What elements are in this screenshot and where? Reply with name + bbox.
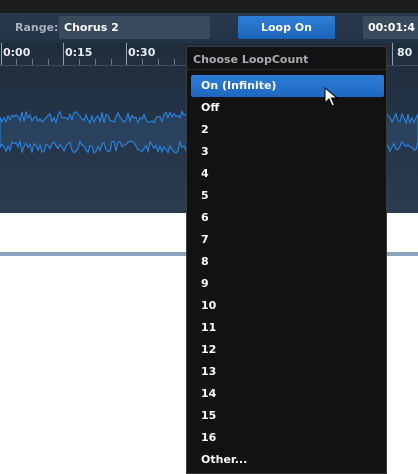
ruler-tick xyxy=(392,43,393,65)
ruler-tick xyxy=(1,43,2,65)
ruler-minor-tick xyxy=(95,59,96,65)
ruler-minor-tick xyxy=(111,59,112,65)
loopcount-option[interactable]: 11 xyxy=(191,317,384,339)
loopcount-option[interactable]: 16 xyxy=(191,427,384,449)
loopcount-option[interactable]: 3 xyxy=(191,141,384,163)
ruler-minor-tick xyxy=(158,59,159,65)
ruler-minor-tick xyxy=(16,59,17,65)
loopcount-option[interactable]: 2 xyxy=(191,119,384,141)
ruler-minor-tick xyxy=(142,59,143,65)
range-field[interactable]: Chorus 2 xyxy=(59,16,210,39)
ruler-label: 80 xyxy=(397,46,413,59)
loopcount-dropdown: Choose LoopCount On (Infinite) Off 2 3 4 5 6 7 8… xyxy=(186,46,387,474)
loopcount-option[interactable]: 10 xyxy=(191,295,384,317)
loopcount-option[interactable]: 7 xyxy=(191,229,384,251)
loopcount-option[interactable]: 12 xyxy=(191,339,384,361)
ruler-minor-tick xyxy=(79,59,80,65)
dropdown-separator xyxy=(187,69,386,70)
loopcount-option[interactable]: 15 xyxy=(191,405,384,427)
loopcount-option[interactable]: 14 xyxy=(191,383,384,405)
loopcount-option[interactable]: Other... xyxy=(191,449,384,471)
loopcount-option[interactable]: 13 xyxy=(191,361,384,383)
loop-button[interactable]: Loop On xyxy=(238,16,335,39)
window-top-strip xyxy=(0,0,418,13)
loopcount-option[interactable]: On (Infinite) xyxy=(191,75,384,97)
loopcount-option[interactable]: Off xyxy=(191,97,384,119)
ruler-minor-tick xyxy=(174,59,175,65)
ruler-tick xyxy=(63,43,64,65)
ruler-minor-tick xyxy=(48,59,49,65)
ruler-minor-tick xyxy=(32,59,33,65)
range-label: Range: xyxy=(15,21,59,34)
ruler-label: 0:00 xyxy=(3,46,31,59)
loopcount-option[interactable]: 8 xyxy=(191,251,384,273)
loopcount-option[interactable]: 9 xyxy=(191,273,384,295)
loopcount-option[interactable]: 6 xyxy=(191,207,384,229)
time-field[interactable]: 00:01:4 xyxy=(363,16,418,39)
dropdown-title: Choose LoopCount xyxy=(193,53,309,66)
mouse-pointer-icon xyxy=(324,87,338,107)
transport-toolbar: Range: Chorus 2 Loop On 00:01:4 xyxy=(0,13,418,43)
loopcount-option[interactable]: 4 xyxy=(191,163,384,185)
ruler-label: 0:30 xyxy=(128,46,156,59)
ruler-label: 0:15 xyxy=(65,46,93,59)
ruler-tick xyxy=(126,43,127,65)
loopcount-option[interactable]: 5 xyxy=(191,185,384,207)
